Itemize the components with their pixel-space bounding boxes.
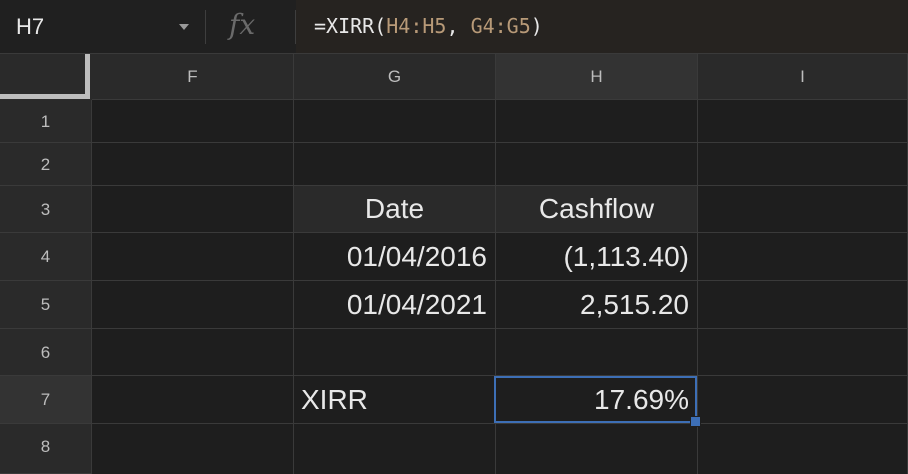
cell-f8[interactable]	[92, 424, 294, 474]
frozen-row-divider[interactable]	[0, 94, 90, 99]
row-header-3[interactable]: 3	[0, 186, 92, 233]
cell-f2[interactable]	[92, 143, 294, 186]
frozen-column-divider[interactable]	[85, 54, 90, 99]
divider	[205, 10, 206, 44]
cell-value: Cashflow	[538, 193, 655, 224]
cell-h2[interactable]	[496, 143, 698, 186]
column-header-f[interactable]: F	[92, 54, 294, 100]
formula-separator: ,	[446, 14, 471, 38]
cell-value: 01/04/2016	[346, 240, 487, 272]
row-header-8[interactable]: 8	[0, 424, 92, 474]
name-box[interactable]: H7	[0, 0, 206, 53]
cell-h1[interactable]	[496, 100, 698, 143]
cell-g1[interactable]	[294, 100, 496, 143]
formula-input[interactable]: =XIRR(H4:H5, G4:G5)	[296, 0, 908, 53]
row-header-1[interactable]: 1	[0, 100, 92, 143]
cell-g4[interactable]: 01/04/2016	[294, 233, 496, 281]
cell-i8[interactable]	[698, 424, 908, 474]
cell-f5[interactable]	[92, 281, 294, 329]
cell-i1[interactable]	[698, 100, 908, 143]
formula-function: =XIRR(	[314, 14, 387, 38]
active-cell-selection	[494, 376, 697, 423]
row-header-7[interactable]: 7	[0, 376, 92, 424]
cell-g3[interactable]: Date	[294, 186, 496, 233]
row-header-6[interactable]: 6	[0, 329, 92, 376]
fx-icon: fx	[229, 8, 256, 41]
name-box-value: H7	[16, 14, 45, 39]
cell-value: Date	[364, 193, 425, 224]
cell-i2[interactable]	[698, 143, 908, 186]
row-header-5[interactable]: 5	[0, 281, 92, 329]
cell-value: (1,113.40)	[563, 240, 689, 272]
cell-i7[interactable]	[698, 376, 908, 424]
cell-h8[interactable]	[496, 424, 698, 474]
cell-h3[interactable]: Cashflow	[496, 186, 698, 233]
formula-bar: H7 fx =XIRR(H4:H5, G4:G5)	[0, 0, 908, 54]
cell-f3[interactable]	[92, 186, 294, 233]
cell-i3[interactable]	[698, 186, 908, 233]
column-header-i[interactable]: I	[698, 54, 908, 100]
formula-range-2: G4:G5	[470, 14, 531, 38]
column-header-g[interactable]: G	[294, 54, 496, 100]
cell-value: 01/04/2021	[346, 288, 487, 320]
cell-i5[interactable]	[698, 281, 908, 329]
cell-h5[interactable]: 2,515.20	[496, 281, 698, 329]
row-header-2[interactable]: 2	[0, 143, 92, 186]
cell-f7[interactable]	[92, 376, 294, 424]
cell-f4[interactable]	[92, 233, 294, 281]
chevron-down-icon[interactable]	[179, 24, 189, 30]
cell-i6[interactable]	[698, 329, 908, 376]
column-header-h[interactable]: H	[496, 54, 698, 100]
cell-value: 2,515.20	[580, 288, 689, 320]
formula-range-1: H4:H5	[386, 14, 447, 38]
cell-g8[interactable]	[294, 424, 496, 474]
cell-g7[interactable]: XIRR	[294, 376, 496, 424]
cell-i4[interactable]	[698, 233, 908, 281]
cell-g6[interactable]	[294, 329, 496, 376]
row-header-4[interactable]: 4	[0, 233, 92, 281]
cell-value: XIRR	[301, 383, 368, 415]
fill-handle[interactable]	[690, 416, 701, 427]
cell-f1[interactable]	[92, 100, 294, 143]
cell-f6[interactable]	[92, 329, 294, 376]
cell-h4[interactable]: (1,113.40)	[496, 233, 698, 281]
cell-g5[interactable]: 01/04/2021	[294, 281, 496, 329]
cell-g2[interactable]	[294, 143, 496, 186]
cell-h6[interactable]	[496, 329, 698, 376]
formula-text: =XIRR(H4:H5, G4:G5)	[314, 14, 543, 38]
formula-close: )	[530, 14, 543, 38]
